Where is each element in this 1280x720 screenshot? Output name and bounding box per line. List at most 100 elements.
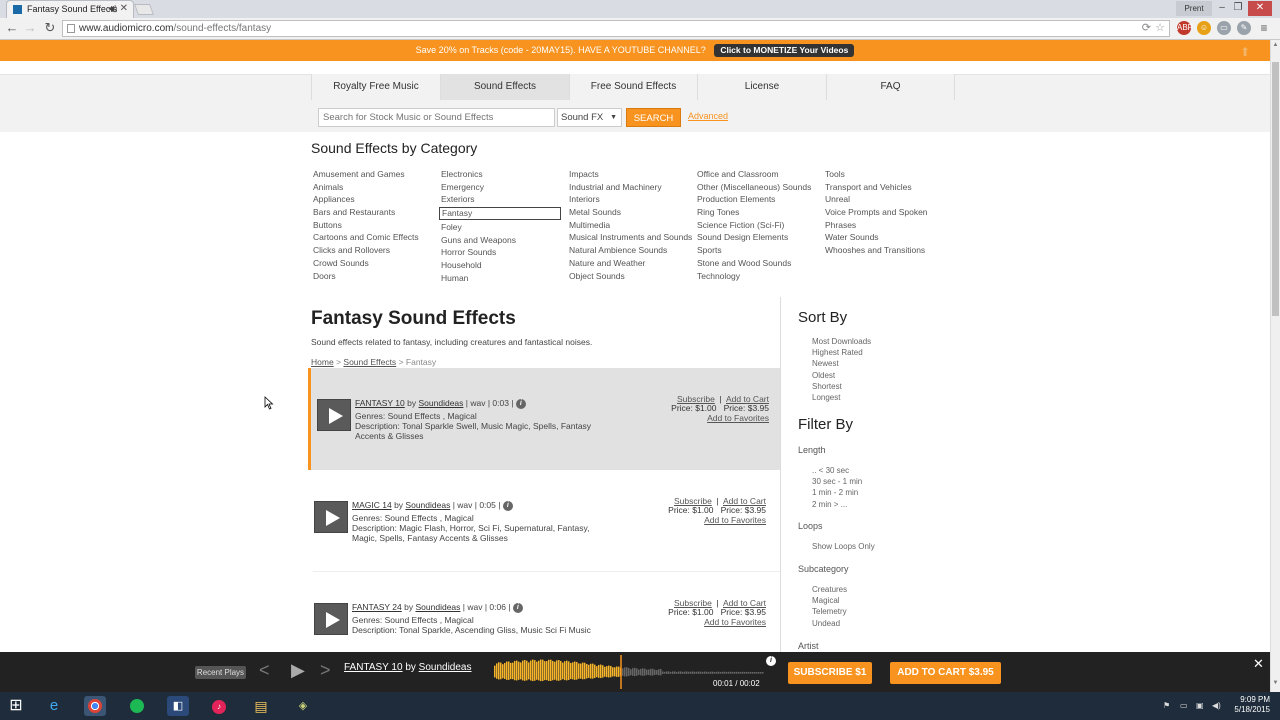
scroll-down-arrow-icon[interactable]: ▼ [1271, 680, 1280, 690]
tab-free-sound-effects[interactable]: Free Sound Effects [569, 74, 697, 100]
close-tab-icon[interactable]: ✕ [120, 1, 128, 17]
category-link-selected[interactable]: Fantasy [439, 207, 561, 221]
page-scrollbar[interactable]: ▲ ▼ [1270, 40, 1280, 692]
browser-tab[interactable]: Fantasy Sound Effects ◀) ✕ [6, 0, 134, 18]
category-link[interactable]: Impacts [567, 168, 692, 181]
emoji-extension-icon[interactable]: ☺ [1197, 21, 1211, 35]
tab-faq[interactable]: FAQ [826, 74, 955, 100]
length-filter-option[interactable]: 2 min > ... [812, 500, 847, 509]
category-link[interactable]: Object Sounds [567, 270, 692, 283]
subcategory-option[interactable]: Telemetry [812, 607, 847, 616]
tab-royalty-free-music[interactable]: Royalty Free Music [311, 74, 440, 100]
visual-studio-icon[interactable]: ◧ [167, 696, 189, 716]
sort-option[interactable]: Longest [812, 393, 840, 402]
itunes-icon[interactable]: ♪ [208, 696, 230, 716]
tab-license[interactable]: License [697, 74, 826, 100]
length-filter-option[interactable]: .. < 30 sec [812, 466, 849, 475]
category-link[interactable]: Clicks and Rollovers [311, 244, 436, 257]
sort-option[interactable]: Newest [812, 359, 839, 368]
category-link[interactable]: Science Fiction (Sci-Fi) [695, 219, 820, 232]
add-to-favorites-link[interactable]: Add to Favorites [704, 515, 766, 525]
app-icon[interactable]: ◈ [292, 696, 314, 716]
category-link[interactable]: Other (Miscellaneous) Sounds [695, 181, 820, 194]
category-link[interactable]: Guns and Weapons [439, 234, 564, 247]
track-artist-link[interactable]: Soundideas [405, 500, 450, 510]
player-subscribe-button[interactable]: SUBSCRIBE $1 [788, 662, 872, 684]
category-link[interactable]: Natural Ambience Sounds [567, 244, 692, 257]
back-icon[interactable]: ← [4, 20, 20, 36]
subcategory-option[interactable]: Magical [812, 596, 840, 605]
player-track-link[interactable]: FANTASY 10 [344, 662, 403, 673]
internet-explorer-icon[interactable]: e [43, 696, 65, 716]
player-add-to-cart-button[interactable]: ADD TO CART $3.95 [890, 662, 1001, 684]
previous-icon[interactable]: < [259, 660, 270, 681]
category-link[interactable]: Sound Design Elements [695, 231, 820, 244]
next-icon[interactable]: > [320, 660, 331, 681]
bookmark-star-icon[interactable]: ☆ [1155, 21, 1165, 36]
tab-sound-effects[interactable]: Sound Effects [440, 74, 569, 100]
tray-monitor-icon[interactable]: ▣ [1196, 701, 1204, 710]
category-link[interactable]: Emergency [439, 181, 564, 194]
breadcrumb-section-link[interactable]: Sound Effects [343, 357, 396, 367]
category-link[interactable]: Electronics [439, 168, 564, 181]
info-icon[interactable]: i [515, 398, 526, 409]
play-button[interactable] [317, 399, 351, 431]
category-link[interactable]: Bars and Restaurants [311, 206, 436, 219]
category-link[interactable]: Sports [695, 244, 820, 257]
search-input[interactable] [318, 108, 555, 127]
category-link[interactable]: Crowd Sounds [311, 257, 436, 270]
profile-button[interactable]: Prent [1176, 1, 1212, 16]
chrome-icon[interactable] [84, 696, 106, 716]
play-pause-icon[interactable]: ▶ [291, 660, 305, 681]
loops-filter-option[interactable]: Show Loops Only [812, 542, 875, 551]
spotify-icon[interactable] [126, 696, 148, 716]
category-link[interactable]: Human [439, 272, 564, 285]
file-explorer-icon[interactable]: ▤ [250, 696, 272, 716]
windows-start-icon[interactable]: ⊞ [5, 696, 27, 716]
tray-flag-icon[interactable]: ⚑ [1163, 701, 1170, 710]
recent-plays-button[interactable]: Recent Plays [195, 666, 246, 679]
category-link[interactable]: Tools [823, 168, 948, 181]
play-button[interactable] [314, 501, 348, 533]
subcategory-option[interactable]: Creatures [812, 585, 847, 594]
category-link[interactable]: Metal Sounds [567, 206, 692, 219]
length-filter-option[interactable]: 30 sec - 1 min [812, 477, 862, 486]
close-player-icon[interactable]: ✕ [1253, 656, 1264, 672]
category-link[interactable]: Cartoons and Comic Effects [311, 231, 436, 244]
category-link[interactable]: Buttons [311, 219, 436, 232]
category-link[interactable]: Doors [311, 270, 436, 283]
search-button[interactable]: SEARCH [626, 108, 681, 127]
length-filter-option[interactable]: 1 min - 2 min [812, 488, 858, 497]
category-link[interactable]: Interiors [567, 193, 692, 206]
category-link[interactable]: Appliances [311, 193, 436, 206]
address-bar[interactable]: www.audiomicro.com/sound-effects/fantasy… [62, 20, 1170, 37]
category-link[interactable]: Multimedia [567, 219, 692, 232]
monetize-button[interactable]: Click to MONETIZE Your Videos [714, 44, 855, 57]
category-link[interactable]: Office and Classroom [695, 168, 820, 181]
category-link[interactable]: Technology [695, 270, 820, 283]
info-icon[interactable]: i [512, 602, 523, 613]
adblock-extension-icon[interactable]: ABP [1177, 21, 1193, 35]
track-artist-link[interactable]: Soundideas [419, 398, 464, 408]
cast-extension-icon[interactable]: ▭ [1217, 21, 1231, 35]
tray-network-icon[interactable]: ▭ [1180, 701, 1188, 710]
minimize-icon[interactable]: – [1214, 1, 1230, 16]
category-link[interactable]: Stone and Wood Sounds [695, 257, 820, 270]
player-info-icon[interactable]: i [766, 656, 776, 666]
circle-arrow-icon[interactable]: ⟳ [1142, 21, 1151, 36]
subcategory-option[interactable]: Undead [812, 619, 840, 628]
search-type-select[interactable]: Sound FX ▼ [557, 108, 622, 127]
taskbar-clock[interactable]: 9:09 PM 5/18/2015 [1224, 695, 1270, 715]
track-name-link[interactable]: FANTASY 24 [352, 602, 402, 612]
category-link[interactable]: Production Elements [695, 193, 820, 206]
scrollbar-thumb[interactable] [1272, 62, 1279, 316]
add-to-favorites-link[interactable]: Add to Favorites [704, 617, 766, 627]
scroll-up-arrow-icon[interactable]: ▲ [1271, 42, 1280, 52]
category-link[interactable]: Unreal [823, 193, 948, 206]
close-window-icon[interactable]: ✕ [1248, 1, 1272, 16]
category-link[interactable]: Household [439, 259, 564, 272]
play-button[interactable] [314, 603, 348, 635]
menu-icon[interactable]: ≡ [1257, 21, 1271, 35]
track-name-link[interactable]: FANTASY 10 [355, 398, 405, 408]
sort-option[interactable]: Shortest [812, 382, 842, 391]
